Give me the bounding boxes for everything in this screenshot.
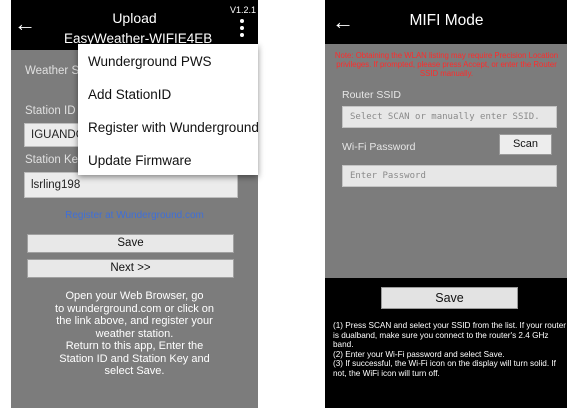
page-title: MIFI Mode xyxy=(409,12,484,29)
menu-item-wunderground-pws[interactable]: Wunderground PWS xyxy=(88,54,212,69)
help-line: Open your Web Browser, go xyxy=(65,290,204,302)
station-key-label: Station Key xyxy=(25,154,84,166)
instructions: (1) Press SCAN and select your SSID from… xyxy=(333,321,567,379)
save-button[interactable]: Save xyxy=(27,234,234,253)
scan-button[interactable]: Scan xyxy=(499,134,552,155)
help-line: weather station. xyxy=(95,327,174,340)
password-input[interactable]: Enter Password xyxy=(342,165,557,187)
station-key-field[interactable]: lsrling198 xyxy=(24,172,238,198)
wifi-password-label: Wi-Fi Password xyxy=(342,141,416,153)
router-ssid-label: Router SSID xyxy=(342,89,401,101)
settings-panel: Note: Obtaining the WLAN listing may req… xyxy=(325,44,567,278)
overflow-menu: Wunderground PWS Add StationID Register … xyxy=(78,44,259,175)
help-line: select Save. xyxy=(104,365,165,377)
register-link[interactable]: Register at Wunderground.com xyxy=(11,210,258,221)
page-title: Upload xyxy=(112,10,157,26)
help-text: Open your Web Browser, go to wundergroun… xyxy=(16,290,253,378)
save-button[interactable]: Save xyxy=(381,287,518,309)
menu-item-register-wunderground[interactable]: Register with Wunderground xyxy=(88,120,259,135)
ssid-input[interactable]: Select SCAN or manually enter SSID. xyxy=(342,106,557,128)
instruction-step: (3) If successful, the Wi-Fi icon on the… xyxy=(333,359,556,378)
mifi-mode-screen: ← MIFI Mode Note: Obtaining the WLAN lis… xyxy=(325,0,567,408)
help-line: to wunderground.com or click on xyxy=(55,302,214,315)
help-line: the link above, and register your xyxy=(56,315,213,327)
menu-item-update-firmware[interactable]: Update Firmware xyxy=(88,153,192,168)
menu-item-add-stationid[interactable]: Add StationID xyxy=(88,87,171,102)
permission-note: Note: Obtaining the WLAN listing may req… xyxy=(334,51,559,78)
instruction-step: (1) Press SCAN and select your SSID from… xyxy=(333,321,566,350)
app-bar: ← Upload EasyWeather-WIFIE4EB V1.2.1 xyxy=(11,0,258,50)
help-line: Return to this app, Enter the xyxy=(65,340,204,352)
instruction-step: (2) Enter your Wi-Fi password and select… xyxy=(333,349,505,359)
help-line: Station ID and Station Key and xyxy=(59,352,210,365)
station-id-label: Station ID xyxy=(25,105,76,117)
weather-service-label: Weather Se xyxy=(25,65,86,77)
version-label: V1.2.1 xyxy=(229,5,256,15)
overflow-menu-icon[interactable] xyxy=(240,19,244,40)
next-button[interactable]: Next >> xyxy=(27,259,234,278)
